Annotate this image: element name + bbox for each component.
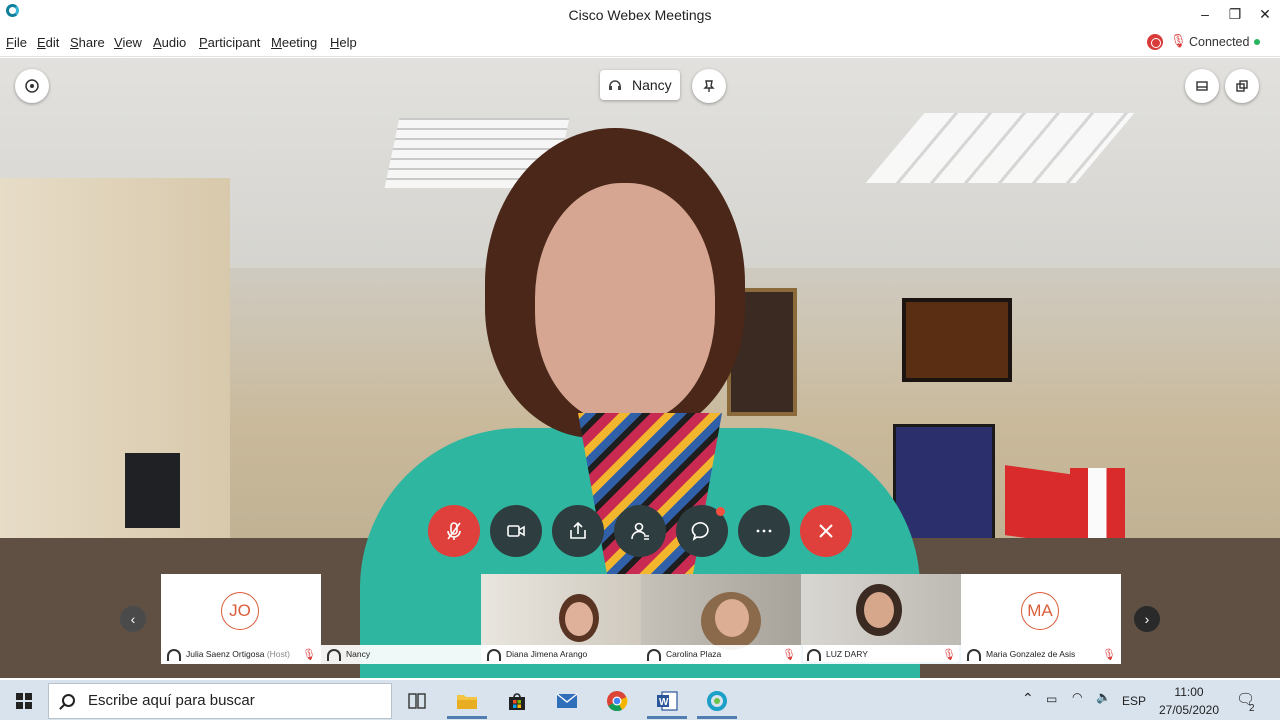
video-camera-icon [507,525,525,537]
menu-view[interactable]: View [114,35,142,50]
headset-icon [609,80,621,90]
participants-next-button[interactable]: › [1134,606,1160,632]
more-button[interactable] [738,505,790,557]
battery-icon[interactable]: ▭ [1046,692,1057,706]
clock-time[interactable]: 11:00 [1172,685,1206,699]
participants-prev-button[interactable]: ‹ [120,606,146,632]
menu-bar: File Edit Share View Audio Participant M… [0,30,1280,57]
participant-tile[interactable]: LUZ DARY 🎙 [801,574,961,664]
chrome-icon[interactable] [602,687,632,715]
mic-muted-icon: 🎙 [1102,649,1116,661]
file-explorer-icon[interactable] [452,687,482,715]
menu-edit[interactable]: Edit [37,35,59,50]
participant-video [481,574,641,645]
participant-tile[interactable]: Carolina Plaza 🎙 [641,574,801,664]
headset-icon [807,649,821,661]
more-icon [756,529,772,533]
wifi-icon[interactable]: ◠ [1072,690,1082,704]
menu-participant[interactable]: Participant [199,35,260,50]
connection-indicator [1254,39,1260,45]
participant-tile[interactable]: MA Maria Gonzalez de Asis 🎙 [961,574,1121,664]
avatar: JO [221,592,259,630]
participant-name: LUZ DARY [826,649,868,659]
share-icon [570,521,586,539]
volume-icon[interactable]: 🔈 [1096,690,1111,704]
participant-video [641,574,801,650]
avatar: MA [1021,592,1059,630]
info-icon[interactable] [15,69,49,103]
participant-name: Julia Saenz Ortigosa [186,649,265,659]
headset-icon [327,649,341,661]
mute-button[interactable] [428,505,480,557]
chevron-up-icon[interactable]: ⌃ [1022,690,1034,707]
svg-text:W: W [659,697,669,708]
store-icon[interactable] [502,687,532,715]
headset-icon [167,649,181,661]
mic-muted-icon[interactable]: 🎙 [1170,33,1187,49]
participants-icon [631,522,649,540]
search-icon [62,694,75,707]
participant-tile[interactable]: Diana Jimena Arango [481,574,641,664]
popout-icon[interactable] [1225,69,1259,103]
mic-muted-icon [447,522,461,540]
windows-start-icon[interactable] [16,693,32,709]
participant-tile[interactable]: Nancy [321,574,481,664]
menu-share[interactable]: Share [70,35,105,50]
clock-date[interactable]: 27/05/2020 [1157,703,1221,717]
window-title: Cisco Webex Meetings [568,7,712,23]
menu-audio[interactable]: Audio [153,35,186,50]
record-icon[interactable] [1147,34,1163,50]
active-speaker-label[interactable]: Nancy [600,70,680,100]
minimize-icon[interactable]: – [1190,4,1220,24]
participant-tile[interactable]: JO Julia Saenz Ortigosa (Host) 🎙 [161,574,321,664]
headset-icon [647,649,661,661]
participant-video [801,574,961,645]
language-indicator[interactable]: ESP [1122,694,1146,708]
headset-icon [487,649,501,661]
chat-button[interactable] [676,505,728,557]
active-speaker-name: Nancy [632,77,672,93]
mic-muted-icon: 🎙 [302,649,316,661]
leave-button[interactable] [800,505,852,557]
chat-notification-dot [716,507,725,516]
word-icon[interactable]: W [652,687,682,715]
host-tag: (Host) [266,649,290,659]
pin-icon[interactable] [692,69,726,103]
participant-name: Nancy [346,649,371,659]
webex-icon[interactable] [702,687,732,715]
participants-button[interactable] [614,505,666,557]
participant-name: Maria Gonzalez de Asis [986,649,1076,659]
connection-status: Connected [1189,35,1250,49]
layout-icon[interactable] [1185,69,1219,103]
close-icon[interactable]: ✕ [1250,4,1280,24]
search-placeholder[interactable]: Escribe aquí para buscar [88,692,255,709]
video-button[interactable] [490,505,542,557]
menu-meeting[interactable]: Meeting [271,35,317,50]
restore-icon[interactable]: ❐ [1220,4,1250,24]
notification-count: 2 [1249,703,1255,714]
title-bar: Cisco Webex Meetings – ❐ ✕ [0,0,1280,30]
mic-muted-icon: 🎙 [782,649,796,661]
close-icon [819,524,833,538]
participant-name: Diana Jimena Arango [506,649,588,659]
chat-icon [691,522,709,541]
participant-name: Carolina Plaza [666,649,722,659]
menu-file[interactable]: File [6,35,27,50]
share-button[interactable] [552,505,604,557]
menu-help[interactable]: Help [330,35,357,50]
mic-muted-icon: 🎙 [942,649,956,661]
task-view-icon[interactable] [402,687,432,715]
headset-icon [967,649,981,661]
mail-icon[interactable] [552,687,582,715]
